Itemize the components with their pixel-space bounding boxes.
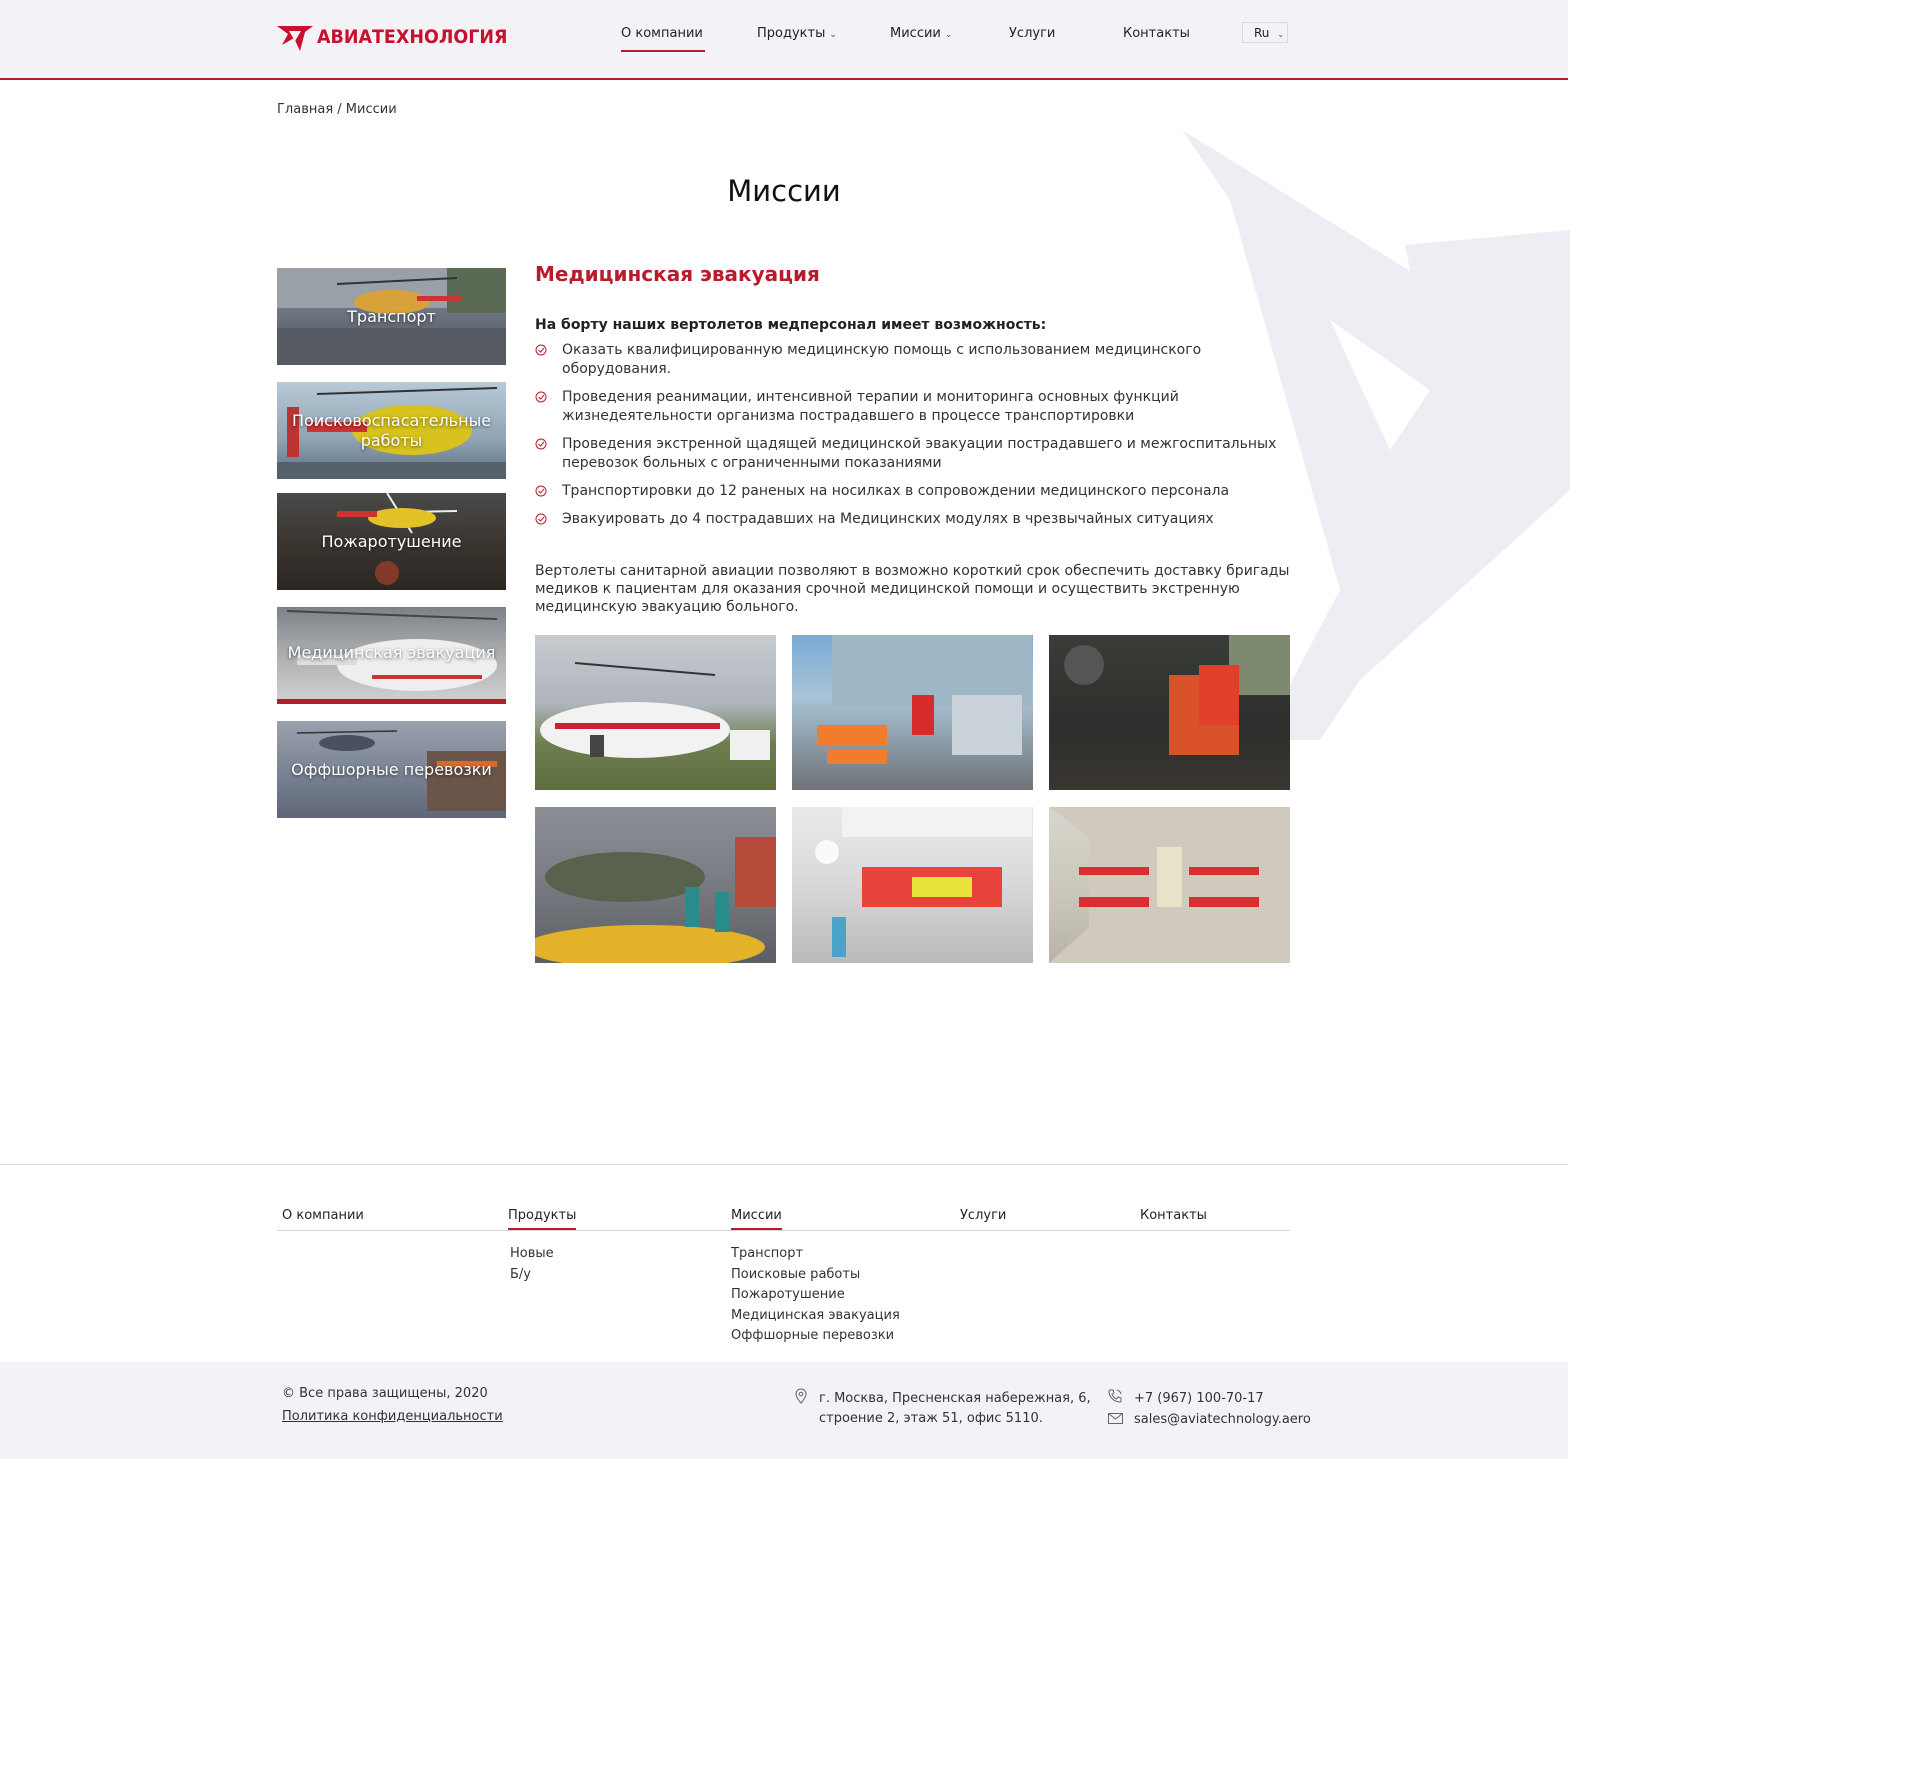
list-item-text: Проведения экстренной щадящей медицинско… (562, 436, 1277, 471)
footer-nav: О компании Продукты Миссии Услуги Контак… (277, 1208, 1290, 1231)
missions-sidebar: Транспорт Поисковоспасательные работы По… (277, 268, 506, 818)
check-circle-icon (535, 391, 547, 403)
language-value: Ru (1254, 26, 1270, 40)
privacy-policy-link[interactable]: Политика конфиденциальности (282, 1409, 503, 1424)
photo-gallery (535, 635, 1291, 963)
gallery-photo[interactable] (792, 635, 1033, 790)
language-select[interactable]: Ru ⌄ (1242, 22, 1288, 43)
nav-label: О компании (621, 26, 703, 41)
footer-link-medevac[interactable]: Медицинская эвакуация (731, 1306, 900, 1327)
sidebar-item-label: Поисковоспасательные работы (291, 410, 492, 450)
stretchers-photo (817, 635, 1032, 764)
list-item: Проведения экстренной щадящей медицинско… (535, 435, 1290, 473)
check-circle-icon (535, 485, 547, 497)
address-line: строение 2, этаж 51, офис 5110. (819, 1411, 1043, 1426)
nav-label: Продукты (757, 26, 826, 41)
phone-icon (1108, 1389, 1122, 1403)
footer-link-offshore[interactable]: Оффшорные перевозки (731, 1326, 900, 1347)
footer-products-list: Новые Б/у (510, 1244, 554, 1285)
site-header: АВИАТЕХНОЛОГИЯ О компании Продукты ⌄ Мисс… (0, 0, 1568, 80)
gallery-photo[interactable] (792, 807, 1033, 963)
sidebar-item-search-rescue[interactable]: Поисковоспасательные работы (277, 382, 506, 479)
footer-nav-missions[interactable]: Миссии (731, 1208, 782, 1230)
check-circle-icon (535, 438, 547, 450)
footer-nav-services[interactable]: Услуги (960, 1208, 1006, 1223)
rescue-basket-photo (1064, 635, 1290, 755)
footer-nav-contacts[interactable]: Контакты (1140, 1208, 1207, 1223)
main-nav: О компании Продукты ⌄ Миссии ⌄ Услуги Конт… (0, 26, 1568, 56)
location-pin-icon (795, 1388, 807, 1404)
sidebar-item-firefighting[interactable]: Пожаротушение (277, 493, 506, 590)
medical-module-photo (815, 807, 1032, 957)
footer-link-firefighting[interactable]: Пожаротушение (731, 1285, 900, 1306)
mission-title: Медицинская эвакуация (535, 262, 820, 286)
nav-label: Контакты (1123, 26, 1190, 41)
sidebar-item-label: Оффшорные перевозки (291, 759, 492, 779)
phone-number[interactable]: +7 (967) 100-70-17 (1134, 1391, 1264, 1406)
gallery-photo[interactable] (1049, 807, 1290, 963)
list-item: Проведения реанимации, интенсивной терап… (535, 388, 1290, 426)
chevron-down-icon: ⌄ (829, 30, 837, 40)
chevron-down-icon: ⌄ (1277, 30, 1285, 39)
sidebar-item-medevac[interactable]: Медицинская эвакуация (277, 607, 506, 704)
footer-link-search[interactable]: Поисковые работы (731, 1265, 900, 1286)
footer-divider (0, 1164, 1568, 1165)
check-circle-icon (535, 344, 547, 356)
breadcrumb[interactable]: Главная / Миссии (277, 102, 397, 117)
military-helicopter-photo (535, 837, 776, 963)
footer-link-used[interactable]: Б/у (510, 1265, 554, 1286)
list-item-text: Транспортировки до 12 раненых на носилка… (562, 483, 1230, 499)
mission-intro: На борту наших вертолетов медперсонал им… (535, 317, 1047, 333)
list-item-text: Оказать квалифицированную медицинскую по… (562, 342, 1202, 377)
sidebar-item-label: Пожаротушение (321, 531, 462, 551)
sidebar-item-label: Медицинская эвакуация (287, 643, 496, 662)
feature-list: Оказать квалифицированную медицинскую по… (535, 341, 1290, 529)
nav-label: Услуги (1009, 26, 1056, 41)
helicopter-photo (540, 662, 770, 760)
footer-nav-about[interactable]: О компании (282, 1208, 364, 1223)
nav-item-missions[interactable]: Миссии ⌄ (890, 26, 952, 41)
company-address: г. Москва, Пресненская набережная, 6, ст… (819, 1389, 1091, 1429)
nav-item-contacts[interactable]: Контакты (1123, 26, 1190, 41)
nav-item-products[interactable]: Продукты ⌄ (757, 26, 837, 41)
footer-bottom-bar: © Все права защищены, 2020 Политика конф… (0, 1362, 1568, 1459)
list-item-text: Проведения реанимации, интенсивной терап… (562, 389, 1179, 424)
check-circle-icon (535, 513, 547, 525)
list-item: Оказать квалифицированную медицинскую по… (535, 341, 1290, 379)
footer-link-transport[interactable]: Транспорт (731, 1244, 900, 1265)
sidebar-item-offshore[interactable]: Оффшорные перевозки (277, 721, 506, 818)
gallery-photo[interactable] (535, 807, 776, 963)
page-title: Миссии (727, 174, 841, 208)
gallery-photo[interactable] (535, 635, 776, 790)
copyright: © Все права защищены, 2020 (282, 1386, 488, 1401)
footer-nav-products[interactable]: Продукты (508, 1208, 577, 1230)
mission-content: Медицинская эвакуация На борту наших вер… (535, 262, 1290, 616)
sidebar-item-transport[interactable]: Транспорт (277, 268, 506, 365)
footer-link-new[interactable]: Новые (510, 1244, 554, 1265)
list-item: Эвакуировать до 4 пострадавших на Медици… (535, 510, 1290, 529)
email-address[interactable]: sales@aviatechnology.aero (1134, 1412, 1311, 1427)
nav-label: Миссии (890, 26, 941, 41)
address-line: г. Москва, Пресненская набережная, 6, (819, 1391, 1091, 1406)
list-item-text: Эвакуировать до 4 пострадавших на Медици… (562, 511, 1214, 527)
nav-item-services[interactable]: Услуги (1009, 26, 1055, 41)
list-item: Транспортировки до 12 раненых на носилка… (535, 482, 1290, 501)
footer-missions-list: Транспорт Поисковые работы Пожаротушение… (731, 1244, 900, 1347)
gallery-photo[interactable] (1049, 635, 1290, 790)
envelope-icon (1108, 1413, 1123, 1424)
nav-item-about[interactable]: О компании (621, 26, 705, 52)
mission-description: Вертолеты санитарной авиации позволяют в… (535, 563, 1290, 615)
chevron-down-icon: ⌄ (944, 30, 953, 40)
sidebar-item-label: Транспорт (347, 306, 436, 326)
cabin-interior-photo (1049, 807, 1290, 963)
